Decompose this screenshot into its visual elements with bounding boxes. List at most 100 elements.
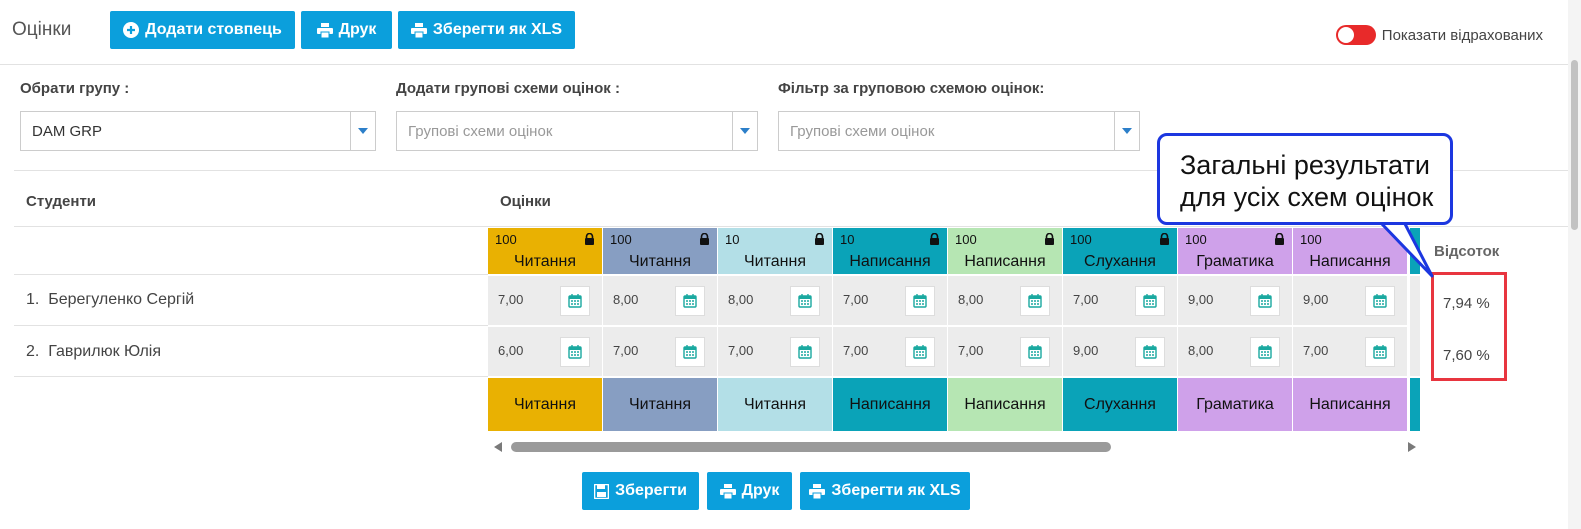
group-select[interactable]: DAM GRP [20,111,376,151]
calendar-icon[interactable] [790,286,820,316]
grade-column-header[interactable]: 10 Написання [833,228,947,274]
grade-value[interactable]: 7,00 [613,343,638,358]
grade-cell[interactable]: 7,00 [1063,276,1177,325]
calendar-icon[interactable] [560,286,590,316]
grade-value[interactable]: 6,00 [498,343,523,358]
max-score: 10 [840,232,855,247]
show-expelled-toggle[interactable] [1335,25,1376,45]
chevron-down-icon[interactable] [1114,112,1139,150]
grade-value[interactable]: 7,00 [958,343,983,358]
grade-cell[interactable]: 7,00 [833,276,947,325]
grade-column-footer: Читання [603,378,717,431]
grade-column-header[interactable]: 100 Слухання [1063,228,1177,274]
grade-cell[interactable]: 8,00 [948,276,1062,325]
grade-column-head: 100 Читання [488,228,602,274]
grade-column-header[interactable]: 100 Читання [488,228,602,274]
grade-cell[interactable]: 7,00 [488,276,602,325]
grade-value[interactable]: 7,00 [1303,343,1328,358]
grade-value[interactable]: 8,00 [958,292,983,307]
grade-column-name: Слухання [1084,253,1156,270]
grade-cells-overflow [1410,276,1420,376]
grade-column-header[interactable]: 100 Граматика [1178,228,1292,274]
calendar-icon[interactable] [1365,286,1395,316]
grade-column-header[interactable]: 100 Читання [603,228,717,274]
save-button[interactable]: Зберегти [582,472,699,510]
row-divider [14,274,488,275]
grade-column-head: 100 Слухання [1063,228,1177,274]
calendar-icon[interactable] [1250,337,1280,367]
grade-value[interactable]: 8,00 [613,292,638,307]
chevron-down-icon[interactable] [350,112,375,150]
calendar-icon[interactable] [790,337,820,367]
grade-cell[interactable]: 7,00 [1293,327,1407,376]
calendar-icon[interactable] [675,286,705,316]
grade-cell[interactable]: 8,00 [718,276,832,325]
vertical-scrollbar[interactable] [1568,0,1581,529]
footer-print-label: Друк [741,482,780,499]
grade-value[interactable]: 7,00 [728,343,753,358]
calendar-icon[interactable] [905,286,935,316]
grade-column-head: 100 Граматика [1178,228,1292,274]
add-column-button[interactable]: Додати стовпець [110,11,295,49]
grade-cell[interactable]: 8,00 [603,276,717,325]
grade-value[interactable]: 7,00 [1073,292,1098,307]
grade-column-head: 10 Читання [718,228,832,274]
grade-cell[interactable]: 9,00 [1293,276,1407,325]
scroll-right-arrow-icon[interactable] [1408,442,1416,452]
grade-value[interactable]: 9,00 [1073,343,1098,358]
grade-value[interactable]: 9,00 [1188,292,1213,307]
grade-cell[interactable]: 7,00 [833,327,947,376]
save-xls-button[interactable]: Зберегти як XLS [398,11,575,49]
grade-value[interactable]: 9,00 [1303,292,1328,307]
grade-value[interactable]: 7,00 [843,292,868,307]
grade-cell[interactable]: 7,00 [948,327,1062,376]
save-xls-label: Зберегти як XLS [432,21,563,38]
grade-column-header[interactable]: 100 Написання [948,228,1062,274]
grade-value[interactable]: 7,00 [843,343,868,358]
row-divider [14,325,488,326]
calendar-icon[interactable] [560,337,590,367]
add-schemes-select[interactable]: Групові схеми оцінок [396,111,758,151]
callout-pointer [1380,220,1434,278]
horizontal-scrollbar[interactable] [494,440,1416,454]
grade-cell[interactable]: 9,00 [1178,276,1292,325]
footer-save-xls-button[interactable]: Зберегти як XLS [800,472,970,510]
plus-circle-icon [123,22,140,38]
grade-column-header[interactable]: 10 Читання [718,228,832,274]
scroll-left-arrow-icon[interactable] [494,442,502,452]
percent-header: Відсоток [1434,243,1500,260]
calendar-icon[interactable] [1020,337,1050,367]
printer-icon [410,22,427,38]
max-score: 100 [1070,232,1092,247]
calendar-icon[interactable] [905,337,935,367]
lock-icon [699,232,710,250]
chevron-down-icon[interactable] [732,112,757,150]
grade-cell[interactable]: 8,00 [1178,327,1292,376]
calendar-icon[interactable] [1250,286,1280,316]
calendar-icon[interactable] [1135,337,1165,367]
vertical-scrollbar-thumb[interactable] [1571,60,1578,230]
scrollbar-thumb[interactable] [511,442,1111,452]
grade-cell[interactable]: 7,00 [603,327,717,376]
grade-cell[interactable]: 6,00 [488,327,602,376]
calendar-icon[interactable] [1365,337,1395,367]
grade-cell[interactable]: 7,00 [718,327,832,376]
calendar-icon[interactable] [1020,286,1050,316]
grade-value[interactable]: 8,00 [1188,343,1213,358]
grade-column-head: 100 Читання [603,228,717,274]
calendar-icon[interactable] [675,337,705,367]
grade-column-footer: Написання [1293,378,1407,431]
print-label: Друк [338,21,377,38]
grade-footer-overflow [1410,378,1420,431]
grade-cell[interactable]: 9,00 [1063,327,1177,376]
grade-value[interactable]: 7,00 [498,292,523,307]
grade-column-head: 100 Написання [948,228,1062,274]
show-expelled-control[interactable]: Показати відрахованих [1335,25,1543,45]
grade-value[interactable]: 8,00 [728,292,753,307]
print-button[interactable]: Друк [301,11,392,49]
add-schemes-placeholder: Групові схеми оцінок [408,122,553,140]
percent-highlight-box [1431,272,1507,381]
calendar-icon[interactable] [1135,286,1165,316]
filter-scheme-select[interactable]: Групові схеми оцінок [778,111,1140,151]
footer-print-button[interactable]: Друк [707,472,792,510]
